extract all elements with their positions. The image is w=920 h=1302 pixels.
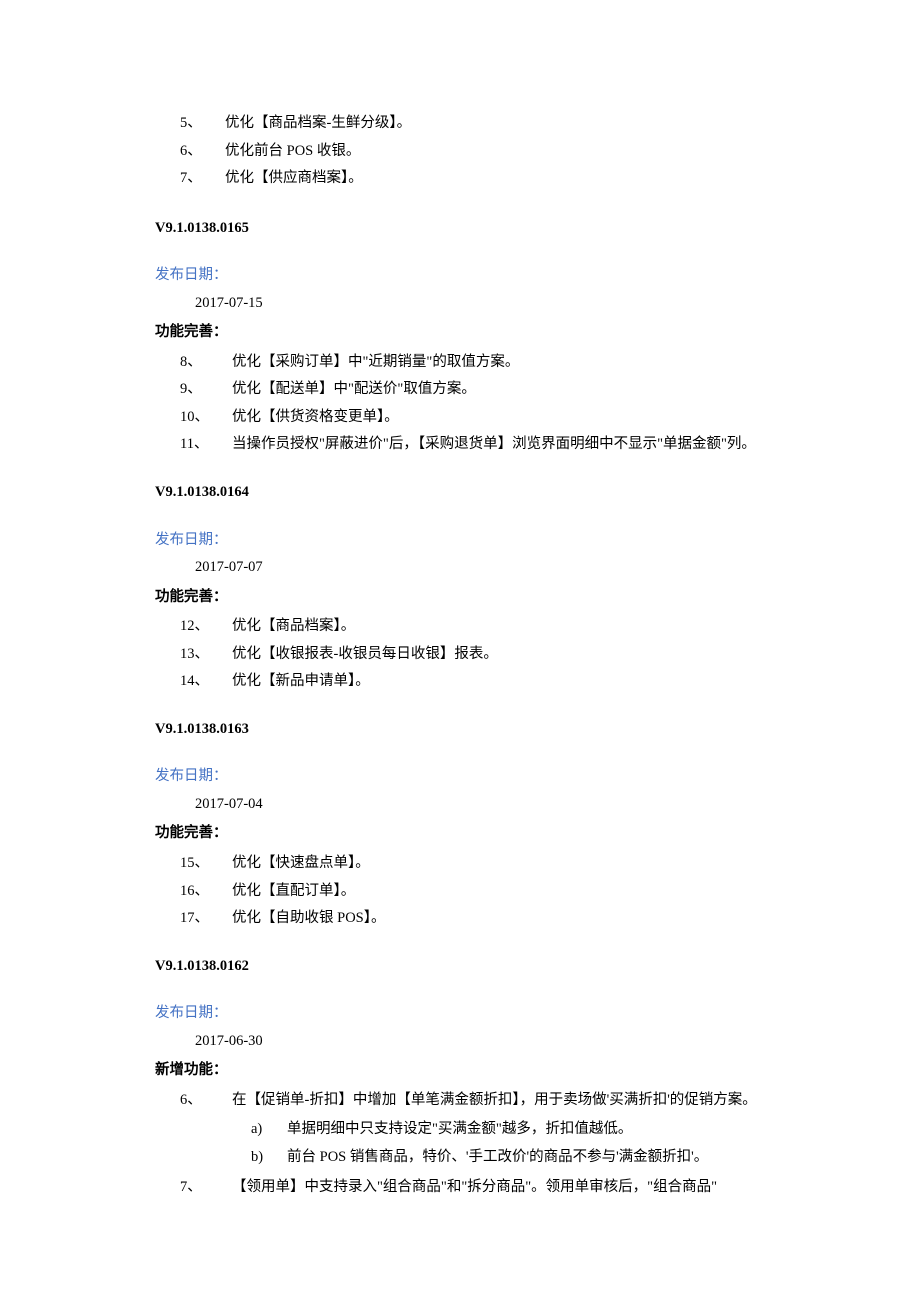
top-continuation-list: 5、 优化【商品档案-生鲜分级】。 6、 优化前台 POS 收银。 7、 优化【…	[155, 110, 765, 193]
item-text: 优化【采购订单】中"近期销量"的取值方案。	[232, 349, 765, 377]
new-features-label: 新增功能：	[155, 1057, 765, 1085]
list-item: 13、 优化【收银报表-收银员每日收银】报表。	[180, 641, 765, 669]
list-item: 6、 在【促销单-折扣】中增加【单笔满金额折扣】，用于卖场做'买满折扣'的促销方…	[180, 1087, 765, 1115]
item-number: 5、	[180, 110, 225, 138]
sub-item-text: 单据明细中只支持设定"买满金额"越多，折扣值越低。	[287, 1116, 765, 1144]
improvements-list: 15、 优化【快速盘点单】。 16、 优化【直配订单】。 17、 优化【自助收银…	[155, 850, 765, 933]
release-date-label: 发布日期：	[155, 763, 765, 791]
improvements-list: 12、 优化【商品档案】。 13、 优化【收银报表-收银员每日收银】报表。 14…	[155, 613, 765, 696]
item-text: 优化【商品档案-生鲜分级】。	[225, 110, 411, 138]
list-item: 11、 当操作员授权"屏蔽进价"后，【采购退货单】浏览界面明细中不显示"单据金额…	[180, 431, 765, 459]
new-features-list: 6、 在【促销单-折扣】中增加【单笔满金额折扣】，用于卖场做'买满折扣'的促销方…	[155, 1087, 765, 1115]
list-item: 14、 优化【新品申请单】。	[180, 668, 765, 696]
item-text: 当操作员授权"屏蔽进价"后，【采购退货单】浏览界面明细中不显示"单据金额"列。	[232, 431, 765, 459]
item-number: 7、	[180, 165, 225, 193]
item-text: 优化【商品档案】。	[232, 613, 765, 641]
sub-item-text: 前台 POS 销售商品，特价、'手工改价'的商品不参与'满金额折扣'。	[287, 1144, 765, 1172]
list-item: 10、 优化【供货资格变更单】。	[180, 404, 765, 432]
item-text: 优化【快速盘点单】。	[232, 850, 765, 878]
item-number: 7、	[180, 1174, 232, 1202]
list-item: 6、 优化前台 POS 收银。	[180, 138, 765, 166]
improvements-list: 8、 优化【采购订单】中"近期销量"的取值方案。 9、 优化【配送单】中"配送价…	[155, 349, 765, 459]
list-item: 7、 【领用单】中支持录入"组合商品"和"拆分商品"。领用单审核后，"组合商品"	[180, 1174, 765, 1202]
sub-list-item: a) 单据明细中只支持设定"买满金额"越多，折扣值越低。	[251, 1116, 765, 1144]
list-item: 16、 优化【直配订单】。	[180, 878, 765, 906]
item-number: 13、	[180, 641, 232, 669]
sub-list: a) 单据明细中只支持设定"买满金额"越多，折扣值越低。 b) 前台 POS 销…	[155, 1116, 765, 1171]
item-text: 在【促销单-折扣】中增加【单笔满金额折扣】，用于卖场做'买满折扣'的促销方案。	[232, 1087, 765, 1115]
list-item: 9、 优化【配送单】中"配送价"取值方案。	[180, 376, 765, 404]
item-number: 9、	[180, 376, 232, 404]
list-item: 15、 优化【快速盘点单】。	[180, 850, 765, 878]
item-number: 12、	[180, 613, 232, 641]
sub-item-label: a)	[251, 1116, 287, 1144]
item-number: 15、	[180, 850, 232, 878]
item-text: 优化【新品申请单】。	[232, 668, 765, 696]
sub-list-item: b) 前台 POS 销售商品，特价、'手工改价'的商品不参与'满金额折扣'。	[251, 1144, 765, 1172]
item-number: 17、	[180, 905, 232, 933]
item-number: 11、	[180, 431, 232, 459]
release-date-value: 2017-07-15	[155, 290, 765, 318]
item-number: 16、	[180, 878, 232, 906]
item-text: 优化【供应商档案】。	[225, 165, 363, 193]
item-number: 8、	[180, 349, 232, 377]
release-date-label: 发布日期：	[155, 262, 765, 290]
version-header: V9.1.0138.0164	[155, 479, 765, 507]
item-text: 【领用单】中支持录入"组合商品"和"拆分商品"。领用单审核后，"组合商品"	[232, 1174, 765, 1202]
list-item: 12、 优化【商品档案】。	[180, 613, 765, 641]
version-header: V9.1.0138.0162	[155, 953, 765, 981]
item-text: 优化【配送单】中"配送价"取值方案。	[232, 376, 765, 404]
item-text: 优化【直配订单】。	[232, 878, 765, 906]
item-text: 优化【自助收银 POS】。	[232, 905, 765, 933]
release-date-value: 2017-07-04	[155, 791, 765, 819]
list-item: 5、 优化【商品档案-生鲜分级】。	[180, 110, 765, 138]
item-text: 优化【供货资格变更单】。	[232, 404, 765, 432]
release-date-value: 2017-06-30	[155, 1028, 765, 1056]
release-date-label: 发布日期：	[155, 1000, 765, 1028]
list-item: 17、 优化【自助收银 POS】。	[180, 905, 765, 933]
item-text: 优化【收银报表-收银员每日收银】报表。	[232, 641, 765, 669]
release-date-value: 2017-07-07	[155, 554, 765, 582]
item-number: 6、	[180, 1087, 232, 1115]
version-header: V9.1.0138.0165	[155, 215, 765, 243]
new-features-list-cont: 7、 【领用单】中支持录入"组合商品"和"拆分商品"。领用单审核后，"组合商品"	[155, 1174, 765, 1202]
item-number: 6、	[180, 138, 225, 166]
improvements-label: 功能完善：	[155, 319, 765, 347]
list-item: 8、 优化【采购订单】中"近期销量"的取值方案。	[180, 349, 765, 377]
version-header: V9.1.0138.0163	[155, 716, 765, 744]
release-date-label: 发布日期：	[155, 527, 765, 555]
improvements-label: 功能完善：	[155, 584, 765, 612]
sub-item-label: b)	[251, 1144, 287, 1172]
item-number: 14、	[180, 668, 232, 696]
item-number: 10、	[180, 404, 232, 432]
improvements-label: 功能完善：	[155, 820, 765, 848]
item-text: 优化前台 POS 收银。	[225, 138, 360, 166]
list-item: 7、 优化【供应商档案】。	[180, 165, 765, 193]
